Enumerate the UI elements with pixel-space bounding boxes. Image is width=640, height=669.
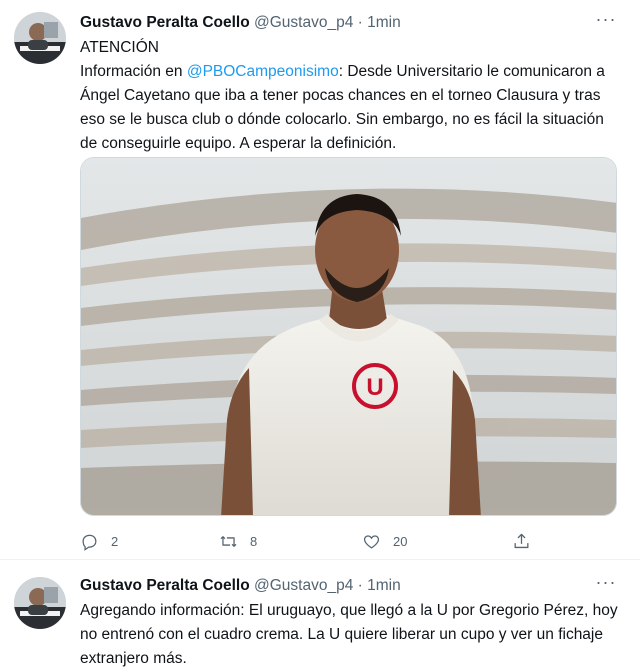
photo-player-in-stadium: U bbox=[81, 158, 616, 515]
more-options-icon[interactable]: ··· bbox=[594, 10, 618, 34]
display-name[interactable]: Gustavo Peralta Coello bbox=[80, 577, 250, 594]
tweet-header: Gustavo Peralta Coello @Gustavo_p4 · 1mi… bbox=[80, 12, 401, 34]
heart-icon bbox=[363, 534, 380, 549]
retweet-icon bbox=[220, 535, 237, 547]
profile-photo-icon bbox=[14, 12, 66, 64]
separator-dot: · bbox=[357, 14, 363, 31]
reply-button[interactable]: 2 bbox=[80, 528, 118, 554]
display-name[interactable]: Gustavo Peralta Coello bbox=[80, 14, 250, 31]
separator-dot: · bbox=[357, 577, 363, 594]
tweet-header: Gustavo Peralta Coello @Gustavo_p4 · 1mi… bbox=[80, 575, 401, 597]
tweet-text-line: ATENCIÓN bbox=[80, 39, 159, 56]
tweet[interactable]: Gustavo Peralta Coello @Gustavo_p4 · 1mi… bbox=[0, 0, 640, 560]
tweet-text: Agregando información: El uruguayo, que … bbox=[80, 602, 618, 667]
tweet-actions: 2 8 20 bbox=[80, 528, 620, 554]
timestamp[interactable]: 1min bbox=[367, 577, 401, 594]
svg-text:U: U bbox=[366, 374, 383, 401]
tweet-text-body: Información en @PBOCampeonisimo: Desde U… bbox=[80, 60, 620, 156]
retweet-count: 8 bbox=[250, 533, 258, 549]
like-button[interactable]: 20 bbox=[362, 528, 407, 554]
share-icon bbox=[514, 533, 529, 548]
user-handle[interactable]: @Gustavo_p4 bbox=[254, 577, 353, 594]
mention-link[interactable]: @PBOCampeonisimo bbox=[187, 63, 339, 80]
share-button[interactable] bbox=[512, 528, 531, 554]
reply-count: 2 bbox=[111, 533, 119, 549]
tweet-media-photo[interactable]: U bbox=[80, 157, 617, 516]
tweet-text-prefix: Información en bbox=[80, 63, 187, 80]
user-handle[interactable]: @Gustavo_p4 bbox=[254, 14, 353, 31]
timestamp[interactable]: 1min bbox=[367, 14, 401, 31]
like-count: 20 bbox=[393, 533, 408, 549]
retweet-button[interactable]: 8 bbox=[219, 528, 257, 554]
avatar[interactable] bbox=[14, 577, 66, 629]
avatar[interactable] bbox=[14, 12, 66, 64]
reply-icon bbox=[82, 534, 97, 551]
tweet-text: ATENCIÓN Información en @PBOCampeonisimo… bbox=[80, 36, 620, 156]
tweet[interactable]: Gustavo Peralta Coello @Gustavo_p4 · 1mi… bbox=[0, 561, 640, 669]
profile-photo-icon bbox=[14, 577, 66, 629]
more-options-icon[interactable]: ··· bbox=[594, 573, 618, 597]
